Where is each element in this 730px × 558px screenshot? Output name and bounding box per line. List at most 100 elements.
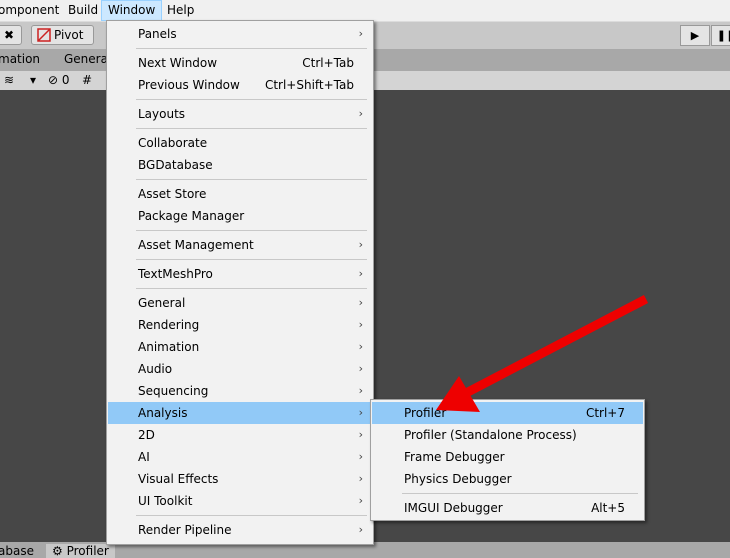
chevron-right-icon: › xyxy=(358,406,363,419)
menu-item-label: TextMeshPro xyxy=(138,267,213,281)
menu-item-shortcut: Ctrl+7 xyxy=(585,406,625,420)
menu-separator xyxy=(136,99,367,100)
menu-item-physics-debugger[interactable]: Physics Debugger xyxy=(372,468,643,490)
menu-help[interactable]: Help xyxy=(161,0,200,21)
menu-item-rendering[interactable]: Rendering › xyxy=(108,314,372,336)
menu-item-bgdatabase[interactable]: BGDatabase xyxy=(108,154,372,176)
menu-item-audio[interactable]: Audio › xyxy=(108,358,372,380)
menu-item-label: Profiler (Standalone Process) xyxy=(404,428,577,442)
menu-item-label: 2D xyxy=(138,428,155,442)
tab-database[interactable]: abase xyxy=(0,544,40,558)
menu-item-label: Animation xyxy=(138,340,200,354)
menu-item-ai[interactable]: AI › xyxy=(108,446,372,468)
menu-item-label: IMGUI Debugger xyxy=(404,501,503,515)
chevron-right-icon: › xyxy=(358,523,363,536)
menu-window[interactable]: Window xyxy=(101,0,163,21)
menu-item-asset-management[interactable]: Asset Management › xyxy=(108,234,372,256)
chevron-right-icon: › xyxy=(358,296,363,309)
hidden-count: 0 xyxy=(61,73,70,87)
menu-separator xyxy=(136,128,367,129)
menu-item-animation[interactable]: Animation › xyxy=(108,336,372,358)
chevron-right-icon: › xyxy=(358,340,363,353)
menu-item-previous-window[interactable]: Previous Window Ctrl+Shift+Tab xyxy=(108,74,372,96)
menu-item-asset-store[interactable]: Asset Store xyxy=(108,183,372,205)
menu-separator xyxy=(136,515,367,516)
menu-item-imgui-debugger[interactable]: IMGUI Debugger Alt+5 xyxy=(372,497,643,519)
menu-item-2d[interactable]: 2D › xyxy=(108,424,372,446)
menu-item-sequencing[interactable]: Sequencing › xyxy=(108,380,372,402)
play-icon: ▶ xyxy=(690,29,700,42)
menu-item-package-manager[interactable]: Package Manager xyxy=(108,205,372,227)
menu-item-label: Profiler xyxy=(404,406,447,420)
menu-item-textmeshpro[interactable]: TextMeshPro › xyxy=(108,263,372,285)
eye-slash-icon: ⊘ xyxy=(48,73,59,87)
menu-item-shortcut: Alt+5 xyxy=(591,501,625,515)
menu-item-render-pipeline[interactable]: Render Pipeline › xyxy=(108,519,372,541)
play-button[interactable]: ▶ xyxy=(680,25,710,46)
chevron-right-icon: › xyxy=(358,267,363,280)
menu-item-label: Visual Effects xyxy=(138,472,219,486)
menu-item-label: Panels xyxy=(138,27,177,41)
chevron-right-icon: › xyxy=(358,27,363,40)
menu-item-label: AI xyxy=(138,450,150,464)
tab-animation[interactable]: mation xyxy=(0,52,40,66)
chevron-right-icon: › xyxy=(358,318,363,331)
menu-item-label: Collaborate xyxy=(138,136,208,150)
chevron-right-icon: › xyxy=(358,450,363,463)
menu-item-profiler-standalone[interactable]: Profiler (Standalone Process) xyxy=(372,424,643,446)
menu-item-label: Layouts xyxy=(138,107,186,121)
menu-item-label: Asset Store xyxy=(138,187,207,201)
menu-item-label: Analysis xyxy=(138,406,188,420)
menu-item-shortcut: Ctrl+Tab xyxy=(302,56,354,70)
grid-icon[interactable]: # xyxy=(82,72,92,88)
menu-item-general[interactable]: General › xyxy=(108,292,372,314)
menu-item-label: Next Window xyxy=(138,56,218,70)
menu-separator xyxy=(136,179,367,180)
menu-item-shortcut: Ctrl+Shift+Tab xyxy=(264,78,354,92)
menu-component[interactable]: omponent xyxy=(0,0,65,21)
menu-item-label: Sequencing xyxy=(138,384,209,398)
menu-item-label: Rendering xyxy=(138,318,200,332)
menu-item-next-window[interactable]: Next Window Ctrl+Tab xyxy=(108,52,372,74)
menu-item-collaborate[interactable]: Collaborate xyxy=(108,132,372,154)
menu-item-layouts[interactable]: Layouts › xyxy=(108,103,372,125)
chevron-right-icon: › xyxy=(358,494,363,507)
menu-item-label: Frame Debugger xyxy=(404,450,505,464)
visibility-toggle[interactable]: ⊘ 0 xyxy=(48,72,70,88)
pause-icon: ❚❚ xyxy=(716,29,730,42)
pivot-label: Pivot xyxy=(54,28,84,42)
menu-item-label: BGDatabase xyxy=(138,158,213,172)
chevron-right-icon: › xyxy=(358,238,363,251)
menu-item-analysis[interactable]: Analysis › xyxy=(108,402,372,424)
menu-item-label: Package Manager xyxy=(138,209,245,223)
menu-item-profiler[interactable]: Profiler Ctrl+7 xyxy=(372,402,643,424)
chevron-right-icon: › xyxy=(358,384,363,397)
chevron-right-icon: › xyxy=(358,362,363,375)
menu-separator xyxy=(136,230,367,231)
menu-item-label: Asset Management xyxy=(138,238,254,252)
chevron-right-icon: › xyxy=(358,107,363,120)
menu-item-label: Render Pipeline xyxy=(138,523,232,537)
chevron-right-icon: › xyxy=(358,428,363,441)
menu-separator xyxy=(402,493,638,494)
menu-build[interactable]: Build xyxy=(62,0,104,21)
menu-item-frame-debugger[interactable]: Frame Debugger xyxy=(372,446,643,468)
menu-item-panels[interactable]: Panels › xyxy=(108,23,372,45)
chevron-down-icon[interactable]: ▾ xyxy=(30,72,36,88)
menu-separator xyxy=(136,259,367,260)
tab-general[interactable]: Genera xyxy=(64,52,108,66)
transform-tool-button[interactable]: ✖ xyxy=(0,25,22,45)
pause-button[interactable]: ❚❚ xyxy=(711,25,730,46)
menu-item-visual-effects[interactable]: Visual Effects › xyxy=(108,468,372,490)
menu-item-ui-toolkit[interactable]: UI Toolkit › xyxy=(108,490,372,512)
pivot-toggle-button[interactable]: Pivot xyxy=(31,25,94,45)
menu-bar: omponent Build Window Help xyxy=(0,0,730,22)
menu-item-label: Previous Window xyxy=(138,78,240,92)
layers-icon[interactable]: ≋ xyxy=(4,72,14,88)
menu-item-label: General xyxy=(138,296,186,310)
profiler-icon: ⚙ xyxy=(52,544,63,558)
tab-profiler[interactable]: ⚙ Profiler xyxy=(46,544,115,558)
analysis-submenu: Profiler Ctrl+7 Profiler (Standalone Pro… xyxy=(370,399,645,521)
tab-profiler-label: Profiler xyxy=(66,544,109,558)
chevron-right-icon: › xyxy=(358,472,363,485)
